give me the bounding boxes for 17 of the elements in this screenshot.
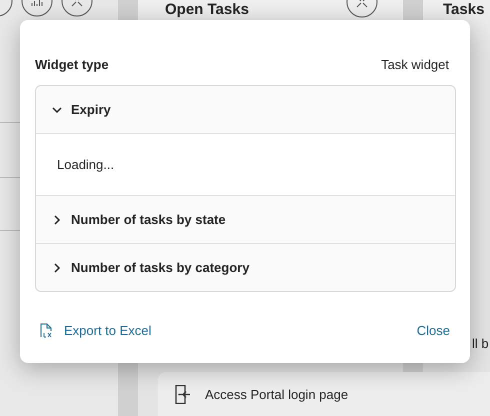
portal-login-tile[interactable]: Access Portal login page bbox=[158, 372, 490, 416]
accordion-header[interactable]: Expiry bbox=[36, 86, 455, 133]
accordion-header[interactable]: Number of tasks by state bbox=[36, 195, 455, 243]
excel-file-icon bbox=[40, 323, 54, 338]
door-enter-icon bbox=[175, 384, 191, 404]
chevron-icon bbox=[52, 214, 62, 224]
field-value: Task widget bbox=[381, 57, 449, 72]
chevron-icon bbox=[52, 262, 62, 272]
card-title: Open Tasks bbox=[165, 1, 249, 18]
close-link[interactable]: Close bbox=[416, 323, 450, 338]
export-link[interactable]: Export to Excel bbox=[40, 323, 152, 338]
list-item-text: ll b bbox=[472, 336, 490, 351]
accordion-header[interactable]: Number of tasks by category bbox=[36, 243, 455, 291]
field-label: Widget type bbox=[35, 57, 109, 72]
loading-text: Loading... bbox=[57, 157, 114, 172]
card-title: Tasks bbox=[443, 1, 486, 18]
chevron-icon bbox=[52, 104, 62, 114]
